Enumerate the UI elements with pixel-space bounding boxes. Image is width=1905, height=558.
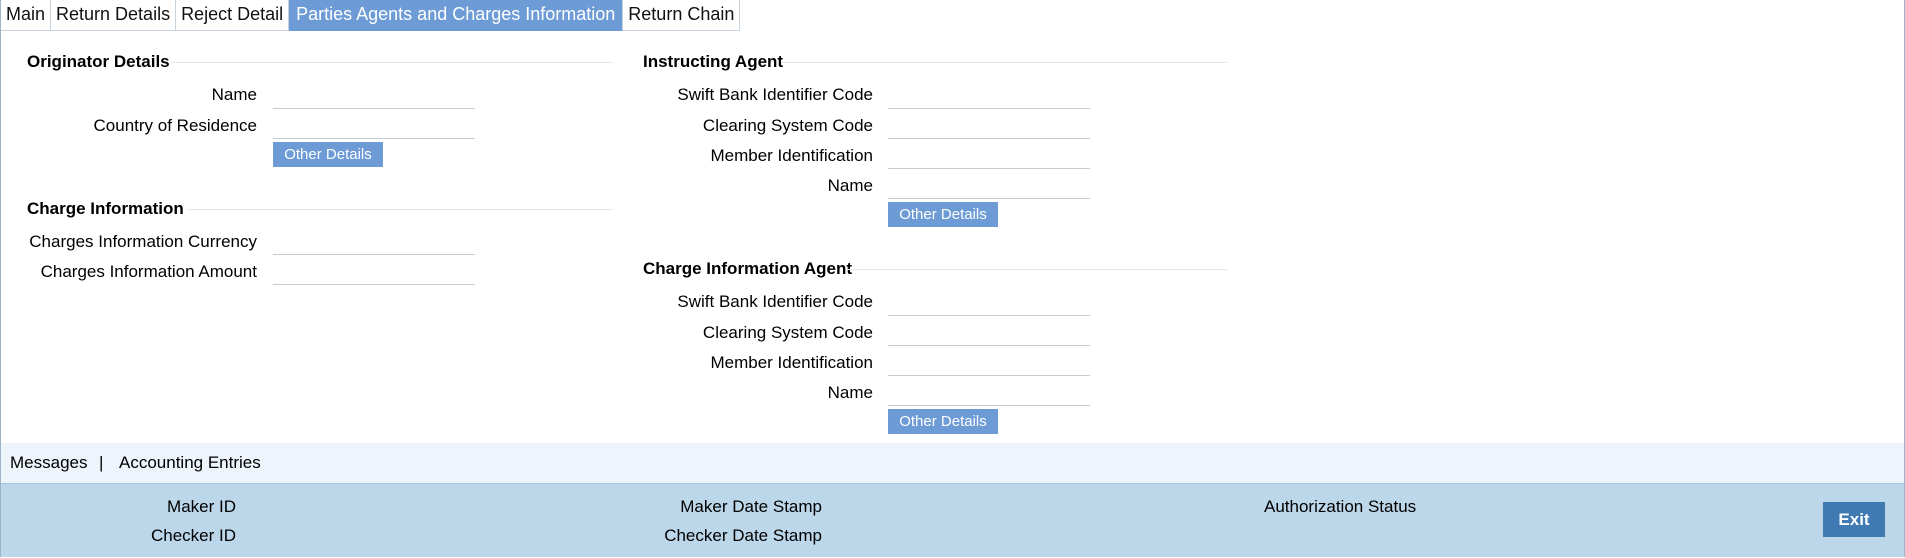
exit-button[interactable]: Exit bbox=[1823, 502, 1885, 537]
country-of-residence-field[interactable] bbox=[273, 110, 475, 139]
cia-member-label: Member Identification bbox=[710, 353, 873, 372]
ia-member-field[interactable] bbox=[888, 140, 1090, 169]
charges-amount-field[interactable] bbox=[273, 256, 475, 285]
maker-id-label: Maker ID bbox=[167, 497, 236, 516]
instructing-agent-title: Instructing Agent bbox=[643, 52, 784, 71]
maker-date-stamp-label: Maker Date Stamp bbox=[680, 497, 822, 516]
ia-clearing-label: Clearing System Code bbox=[702, 116, 873, 135]
charges-currency-label: Charges Information Currency bbox=[29, 232, 257, 251]
originator-name-field[interactable] bbox=[273, 80, 475, 109]
charge-information-agent-title: Charge Information Agent bbox=[643, 259, 853, 278]
links-separator: | bbox=[99, 453, 104, 472]
section-divider bbox=[781, 62, 1227, 63]
cia-other-details-button[interactable]: Other Details bbox=[888, 409, 998, 434]
accounting-entries-link[interactable]: Accounting Entries bbox=[119, 443, 261, 483]
cia-bic-label: Swift Bank Identifier Code bbox=[677, 292, 873, 311]
section-divider bbox=[171, 62, 613, 63]
originator-details-title: Originator Details bbox=[27, 52, 170, 71]
tab-main[interactable]: Main bbox=[1, 0, 52, 31]
section-divider bbox=[187, 209, 613, 210]
tab-bar: Main Return Details Reject Detail Partie… bbox=[1, 0, 741, 31]
ia-bic-field[interactable] bbox=[888, 80, 1090, 109]
ia-other-details-button[interactable]: Other Details bbox=[888, 202, 998, 227]
tab-reject-detail[interactable]: Reject Detail bbox=[176, 0, 290, 31]
tab-return-chain[interactable]: Return Chain bbox=[623, 0, 741, 31]
ia-bic-label: Swift Bank Identifier Code bbox=[677, 85, 873, 104]
messages-link[interactable]: Messages bbox=[10, 443, 87, 483]
checker-id-label: Checker ID bbox=[150, 526, 236, 545]
ia-name-label: Name bbox=[827, 176, 873, 195]
form-window: Main Return Details Reject Detail Partie… bbox=[0, 0, 1905, 557]
section-divider bbox=[847, 269, 1227, 270]
links-bar: Messages | Accounting Entries bbox=[1, 443, 1904, 483]
ia-member-label: Member Identification bbox=[710, 146, 873, 165]
charges-amount-label: Charges Information Amount bbox=[40, 262, 257, 281]
checker-date-stamp-label: Checker Date Stamp bbox=[664, 526, 822, 545]
cia-clearing-field[interactable] bbox=[888, 317, 1090, 346]
cia-bic-field[interactable] bbox=[888, 287, 1090, 316]
country-of-residence-label: Country of Residence bbox=[93, 116, 257, 135]
originator-name-label: Name bbox=[211, 85, 257, 104]
originator-other-details-button[interactable]: Other Details bbox=[273, 142, 383, 167]
authorization-status-label: Authorization Status bbox=[1264, 497, 1417, 516]
tab-return-details[interactable]: Return Details bbox=[51, 0, 177, 31]
charges-currency-field[interactable] bbox=[273, 226, 475, 255]
ia-clearing-field[interactable] bbox=[888, 110, 1090, 139]
cia-name-field[interactable] bbox=[888, 377, 1090, 406]
cia-clearing-label: Clearing System Code bbox=[702, 323, 873, 342]
audit-footer: Maker ID Checker ID Maker Date Stamp Che… bbox=[1, 483, 1904, 557]
cia-name-label: Name bbox=[827, 383, 873, 402]
cia-member-field[interactable] bbox=[888, 347, 1090, 376]
tab-parties-agents-charges[interactable]: Parties Agents and Charges Information bbox=[289, 0, 624, 31]
ia-name-field[interactable] bbox=[888, 170, 1090, 199]
charge-information-title: Charge Information bbox=[27, 199, 184, 218]
